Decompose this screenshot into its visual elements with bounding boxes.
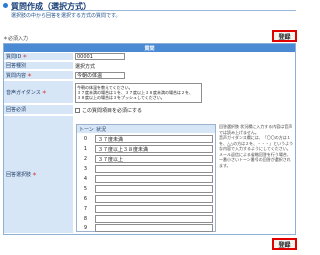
choice-row: 6 — [77, 194, 215, 204]
question-type-value: 選択方式 — [75, 63, 96, 70]
voice-guidance-label: 音声ガイダンス＊ — [4, 81, 73, 104]
choice-row: 1 ３７度以上３８度未満 — [77, 144, 215, 154]
status-column-header: 状況 — [96, 127, 107, 133]
form-header: 質問 — [4, 44, 295, 52]
choice-status-input[interactable] — [95, 195, 213, 203]
answer-choices-label: 回答選択肢＊ — [4, 116, 73, 234]
choice-tone: 1 — [83, 146, 88, 152]
voice-guidance-textarea[interactable]: 今朝の体温を教えてください。 ３７度未満の場合は１を、３７度以上３８度未満の場合… — [75, 83, 202, 103]
required-note: ＊必須入力 — [3, 35, 28, 42]
choice-tone: 4 — [83, 176, 88, 182]
choice-status-input[interactable]: ３７度以上 — [95, 155, 213, 163]
choice-status-input[interactable] — [95, 224, 213, 232]
choice-tone: 6 — [83, 196, 88, 202]
choice-row: 4 — [77, 174, 215, 184]
choice-status-input[interactable]: ３７度以上３８度未満 — [95, 145, 213, 153]
choices-table-header: トーン 状況 — [77, 125, 215, 133]
register-button-bottom[interactable]: 登録 — [272, 238, 297, 250]
tone-column-header: トーン — [79, 127, 94, 133]
question-form: 質問 質問ID ＊ 00001 回答種別 選択方式 質問内容＊ 今朝の体温 音声ガ… — [3, 43, 296, 235]
answer-required-checkbox[interactable] — [75, 108, 80, 113]
answer-choices-help-text: 回答選択肢 状況欄に入力する内容は音声では読み上げません。 音声ガイダンス欄には… — [219, 124, 294, 168]
choice-row: 5 — [77, 184, 215, 194]
page-subtitle: 選択肢の中から回答を選択する方式の質問です。 — [11, 13, 121, 19]
title-divider — [11, 10, 296, 11]
choice-tone: 2 — [83, 156, 88, 162]
choice-row: 2 ３７度以上 — [77, 154, 215, 164]
choice-tone: 7 — [83, 206, 88, 212]
choice-row: 7 — [77, 204, 215, 214]
required-note-text: ＊必須入力 — [3, 36, 29, 42]
question-id-input[interactable]: 00001 — [75, 53, 125, 60]
choice-tone: 3 — [83, 166, 88, 172]
choice-tone: 9 — [83, 225, 88, 231]
register-button-top[interactable]: 登録 — [272, 30, 297, 42]
question-id-label: 質問ID ＊ — [4, 53, 73, 61]
choice-status-input[interactable]: ３７度未満 — [95, 135, 213, 143]
choice-status-input[interactable] — [95, 175, 213, 183]
answer-required-checkbox-label: この質問項目を必須にする — [82, 108, 143, 114]
choice-status-input[interactable] — [95, 205, 213, 213]
choice-tone: 0 — [83, 136, 88, 142]
choice-row: 0 ３７度未満 — [77, 134, 215, 144]
required-star: ＊ — [27, 72, 33, 79]
choice-tone: 5 — [83, 186, 88, 192]
answer-required-label: 回答必須 — [4, 105, 73, 115]
choice-status-input[interactable] — [95, 165, 213, 173]
answer-choices-table: トーン 状況 0 ３７度未満 1 ３７度以上３８度未満 2 ３７度以上 3 4 … — [76, 124, 216, 232]
required-star: ＊ — [41, 89, 47, 96]
question-type-label: 回答種別 — [4, 62, 73, 70]
question-content-input[interactable]: 今朝の体温 — [75, 72, 125, 79]
choice-status-input[interactable] — [95, 185, 213, 193]
choice-status-input[interactable] — [95, 215, 213, 223]
title-bullet-icon — [3, 3, 8, 8]
choice-row: 9 — [77, 223, 215, 233]
question-content-label: 質問内容＊ — [4, 71, 73, 80]
choice-row: 3 — [77, 164, 215, 174]
required-star: ＊ — [22, 54, 28, 60]
page-header: 質問作成（選択方式） 選択肢の中から回答を選択する方式の質問です。 — [0, 0, 300, 22]
answer-required-row[interactable]: この質問項目を必須にする — [75, 107, 142, 114]
required-star: ＊ — [32, 172, 38, 178]
